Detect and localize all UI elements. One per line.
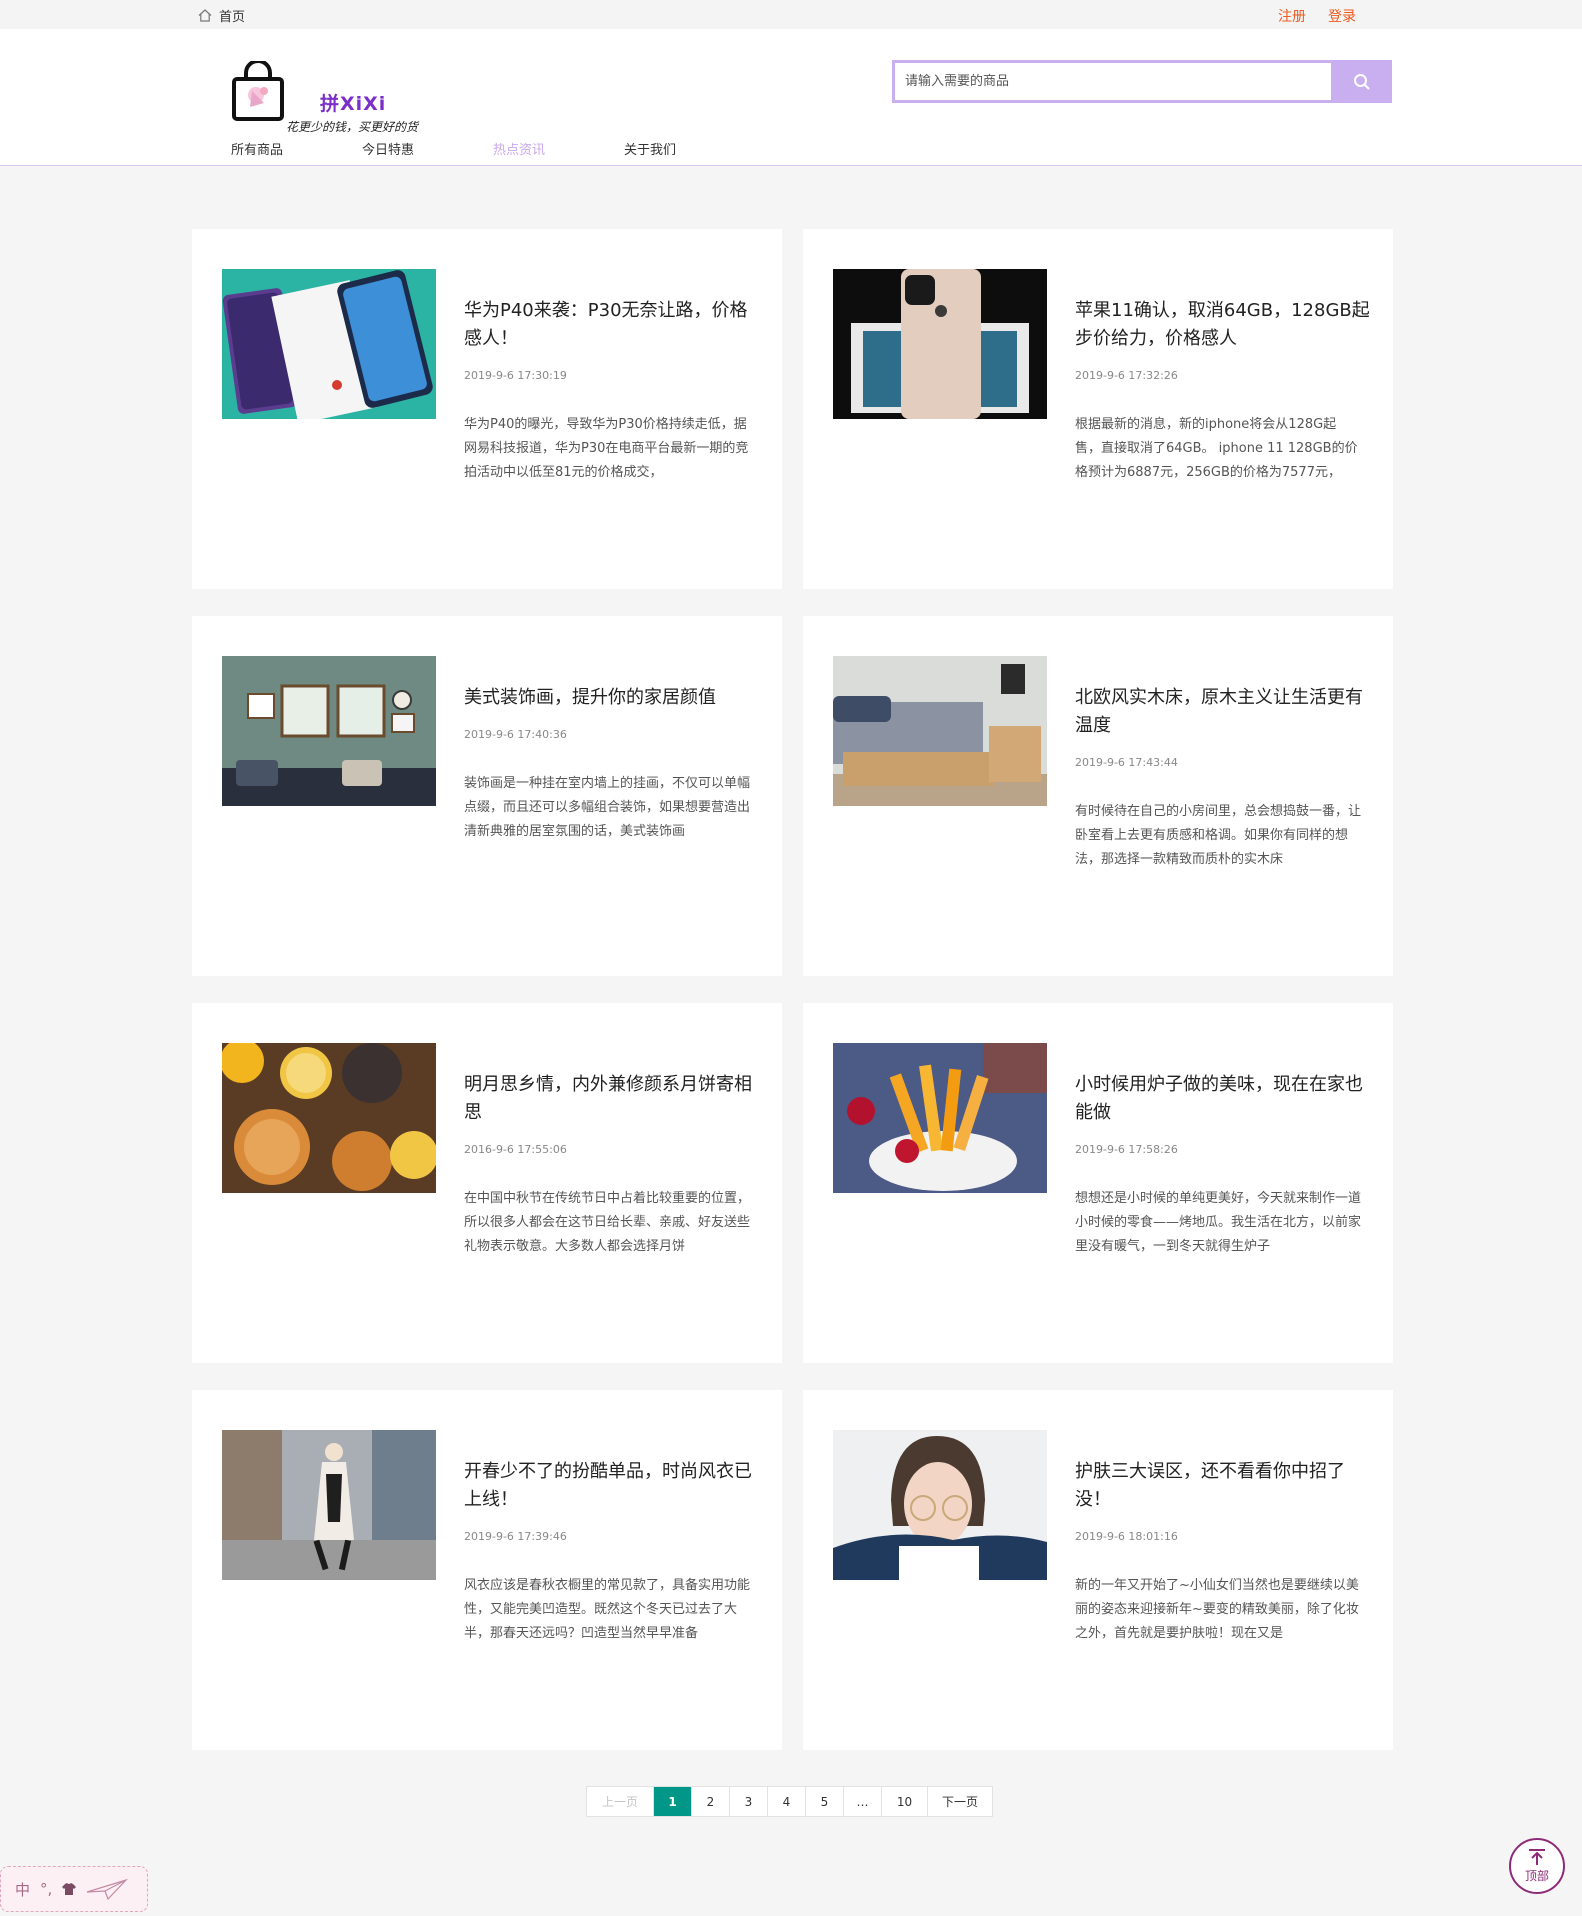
article-summary: 有时候待在自己的小房间里，总会想捣鼓一番，让卧室看上去更有质感和格调。如果你有同… [1075, 804, 1361, 867]
ime-mode-label[interactable]: 中 [15, 1879, 30, 1900]
page-button[interactable]: 3 [730, 1787, 768, 1816]
article-summary: 华为P40的曝光，导致华为P30价格持续走低，据网易科技报道，华为P30在电商平… [464, 417, 749, 480]
main-nav: 所有商品 今日特惠 热点资讯 关于我们 [231, 139, 755, 158]
next-page-button[interactable]: 下一页 [928, 1787, 992, 1816]
login-link[interactable]: 登录 [1328, 6, 1356, 26]
logo-brand: 拼XiXi [320, 93, 387, 115]
nav-all-products[interactable]: 所有商品 [231, 139, 362, 158]
nav-today-deals[interactable]: 今日特惠 [362, 139, 493, 158]
article-date: 2016-9-6 17:55:06 [464, 1143, 567, 1156]
article-date: 2019-9-6 17:32:26 [1075, 369, 1178, 382]
back-to-top-label: 顶部 [1524, 1869, 1549, 1883]
article-card[interactable]: 北欧风实木床，原木主义让生活更有温度 2019-9-6 17:43:44 有时候… [803, 616, 1393, 976]
home-link[interactable]: 首页 [198, 6, 245, 25]
search-input[interactable] [895, 63, 1331, 100]
article-title[interactable]: 华为P40来袭：P30无奈让路，价格感人！ [464, 297, 760, 353]
article-date: 2019-9-6 17:43:44 [1075, 756, 1178, 769]
article-card[interactable]: 美式装饰画，提升你的家居颜值 2019-9-6 17:40:36 装饰画是一种挂… [192, 616, 782, 976]
arrow-up-icon [1529, 1849, 1545, 1865]
article-title[interactable]: 苹果11确认，取消64GB，128GB起步价给力，价格感人 [1075, 297, 1371, 353]
article-image-wooden-bed[interactable] [833, 656, 1047, 806]
article-title[interactable]: 护肤三大误区，还不看看你中招了没！ [1075, 1458, 1371, 1514]
article-title[interactable]: 明月思乡情，内外兼修颜系月饼寄相思 [464, 1071, 760, 1127]
back-to-top-button[interactable]: 顶部 [1509, 1838, 1565, 1894]
article-title[interactable]: 北欧风实木床，原木主义让生活更有温度 [1075, 684, 1371, 740]
nav-about-us[interactable]: 关于我们 [624, 139, 755, 158]
article-summary: 在中国中秋节在传统节日中占着比较重要的位置，所以很多人都会在这节日给长辈、亲戚、… [464, 1191, 750, 1254]
register-link[interactable]: 注册 [1278, 6, 1306, 26]
article-summary: 风衣应该是春秋衣橱里的常见款了，具备实用功能性，又能完美凹造型。既然这个冬天已过… [464, 1578, 750, 1641]
article-image-sweet-potato-fries[interactable] [833, 1043, 1047, 1193]
article-title[interactable]: 小时候用炉子做的美味，现在在家也能做 [1075, 1071, 1371, 1127]
article-card[interactable]: 护肤三大误区，还不看看你中招了没！ 2019-9-6 18:01:16 新的一年… [803, 1390, 1393, 1750]
top-bar: 首页 注册 登录 [0, 0, 1582, 29]
article-date: 2019-9-6 17:40:36 [464, 728, 567, 741]
page-ellipsis: … [844, 1787, 882, 1816]
article-title[interactable]: 开春少不了的扮酷单品，时尚风衣已上线！ [464, 1458, 760, 1514]
search-bar [892, 60, 1392, 103]
article-card[interactable]: 苹果11确认，取消64GB，128GB起步价给力，价格感人 2019-9-6 1… [803, 229, 1393, 589]
page-button[interactable]: 2 [692, 1787, 730, 1816]
home-label: 首页 [219, 10, 246, 25]
article-date: 2019-9-6 18:01:16 [1075, 1530, 1178, 1543]
ime-toolbar[interactable]: 中 °, [0, 1866, 148, 1912]
article-summary: 新的一年又开始了~小仙女们当然也是要继续以美丽的姿态来迎接新年~要变的精致美丽，… [1075, 1578, 1359, 1641]
site-logo[interactable]: 拼XiXi 花更少的钱，买更好的货 [230, 51, 418, 134]
search-button[interactable] [1331, 60, 1392, 103]
logo-slogan: 花更少的钱，买更好的货 [286, 120, 419, 134]
article-image-huawei-p40[interactable] [222, 269, 436, 419]
article-card[interactable]: 小时候用炉子做的美味，现在在家也能做 2019-9-6 17:58:26 想想还… [803, 1003, 1393, 1363]
search-icon [1353, 73, 1370, 90]
auth-links: 注册 登录 [1278, 6, 1356, 26]
article-image-trench-coat[interactable] [222, 1430, 436, 1580]
article-title[interactable]: 美式装饰画，提升你的家居颜值 [464, 684, 760, 712]
article-card[interactable]: 华为P40来袭：P30无奈让路，价格感人！ 2019-9-6 17:30:19 … [192, 229, 782, 589]
pagination: 上一页 1 2 3 4 5 … 10 下一页 [586, 1786, 993, 1817]
site-header: 拼XiXi 花更少的钱，买更好的货 所有商品 今日特惠 热点资讯 关于我们 [0, 29, 1582, 166]
article-image-girl-glasses[interactable] [833, 1430, 1047, 1580]
shopping-bag-logo-icon [232, 61, 284, 121]
paper-plane-icon [87, 1878, 129, 1900]
article-date: 2019-9-6 17:30:19 [464, 369, 567, 382]
article-card[interactable]: 开春少不了的扮酷单品，时尚风衣已上线！ 2019-9-6 17:39:46 风衣… [192, 1390, 782, 1750]
article-image-iphone-11[interactable] [833, 269, 1047, 419]
article-card[interactable]: 明月思乡情，内外兼修颜系月饼寄相思 2016-9-6 17:55:06 在中国中… [192, 1003, 782, 1363]
page-button-current[interactable]: 1 [654, 1787, 692, 1816]
home-icon [198, 9, 212, 22]
article-summary: 装饰画是一种挂在室内墙上的挂画，不仅可以单幅点缀，而且还可以多幅组合装饰，如果想… [464, 776, 750, 839]
ime-punct-label[interactable]: °, [40, 1880, 52, 1898]
article-summary: 根据最新的消息，新的iphone将会从128G起售，直接取消了64GB。 iph… [1075, 417, 1358, 480]
article-date: 2019-9-6 17:58:26 [1075, 1143, 1178, 1156]
page-button[interactable]: 4 [768, 1787, 806, 1816]
prev-page-button[interactable]: 上一页 [587, 1787, 654, 1816]
shirt-icon[interactable] [62, 1883, 77, 1895]
article-image-wall-art[interactable] [222, 656, 436, 806]
article-image-mooncakes[interactable] [222, 1043, 436, 1193]
article-date: 2019-9-6 17:39:46 [464, 1530, 567, 1543]
page-button[interactable]: 5 [806, 1787, 844, 1816]
nav-hot-news[interactable]: 热点资讯 [493, 139, 624, 158]
article-summary: 想想还是小时候的单纯更美好，今天就来制作一道小时候的零食——烤地瓜。我生活在北方… [1075, 1191, 1361, 1254]
page-button-last[interactable]: 10 [882, 1787, 928, 1816]
